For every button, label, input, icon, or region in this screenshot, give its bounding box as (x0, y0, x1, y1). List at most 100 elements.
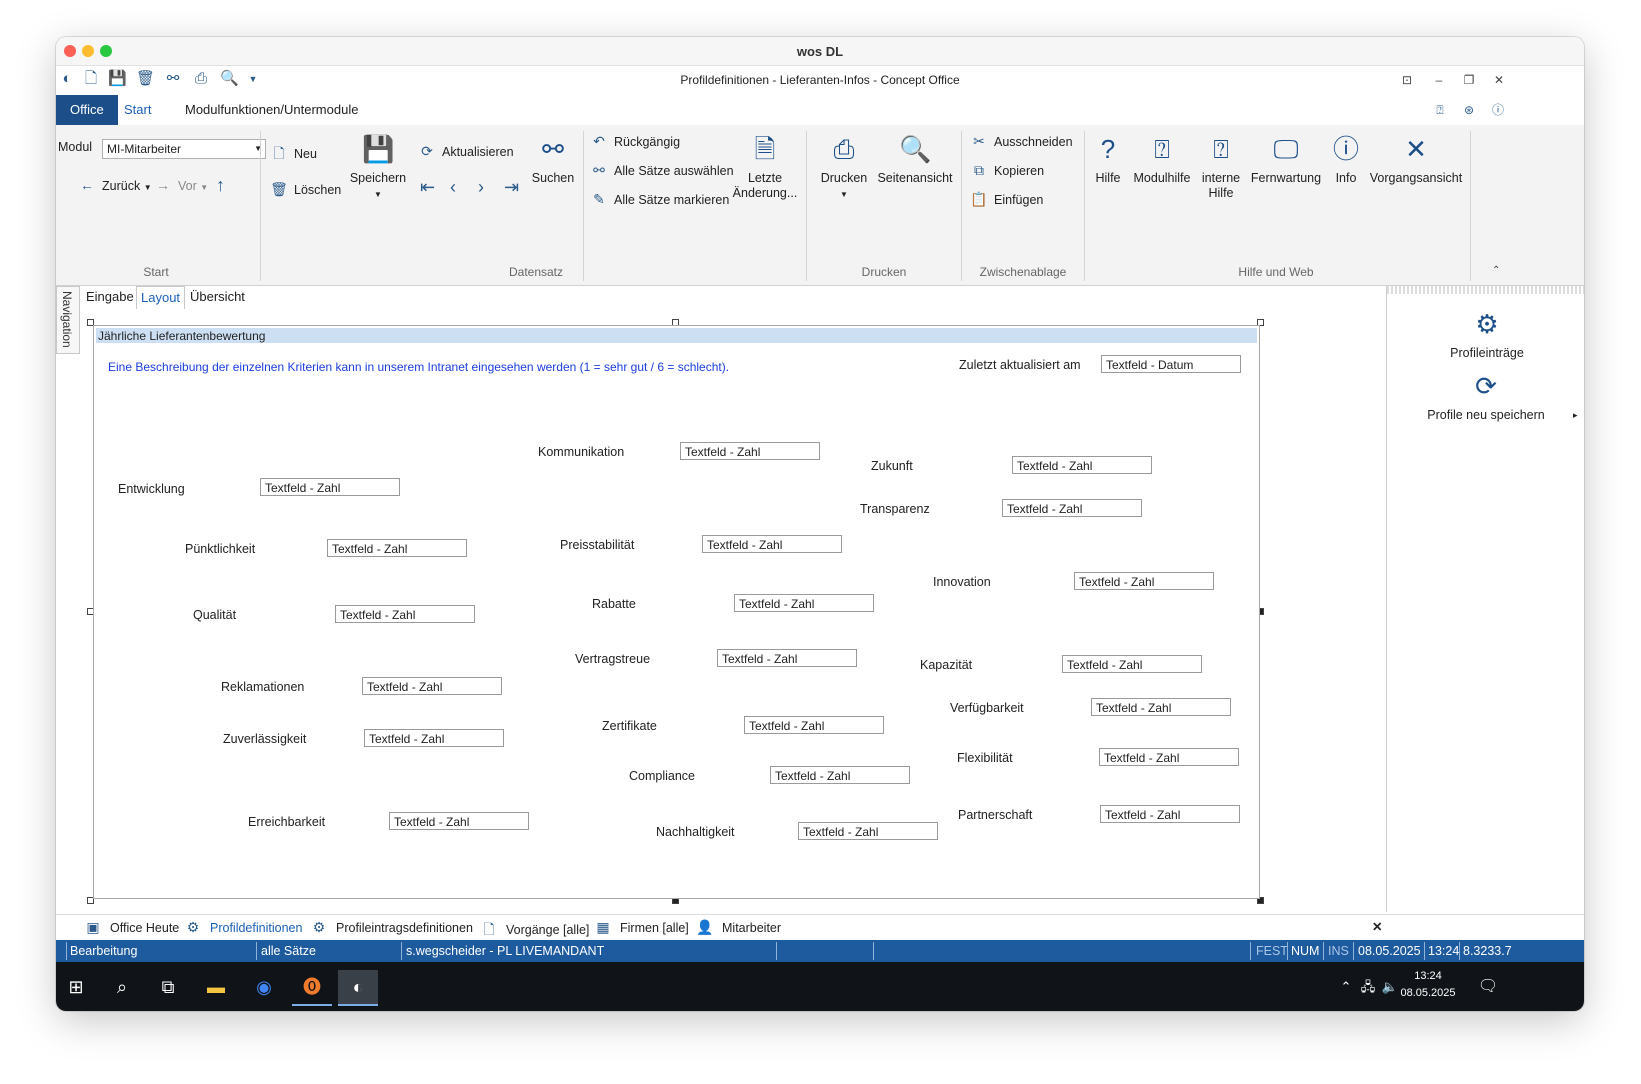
search-button[interactable]: ⚯ Suchen (528, 133, 578, 186)
group-label-zwischenablage: Zwischenablage (979, 265, 1067, 279)
previous-record-icon[interactable]: ‹ (450, 177, 456, 198)
criterion-field[interactable]: Textfeld - Zahl (362, 677, 502, 695)
copy-button[interactable]: ⧉ Kopieren (970, 162, 1044, 179)
criterion-field[interactable]: Textfeld - Zahl (1012, 456, 1152, 474)
criterion-field[interactable]: Textfeld - Zahl (717, 649, 857, 667)
forward-button[interactable]: → Vor ▼ (154, 177, 208, 193)
criterion-field[interactable]: Textfeld - Zahl (364, 729, 504, 747)
help-button[interactable]: ? Hilfe (1088, 133, 1128, 186)
criterion-field[interactable]: Textfeld - Zahl (327, 539, 467, 557)
module-tab-office-heute[interactable]: ▣ Office Heute (84, 919, 179, 936)
status-separator (256, 942, 257, 960)
refresh-button[interactable]: ⟳ Aktualisieren (418, 143, 513, 160)
modul-select[interactable]: MI-Mitarbeiter ▼ (102, 139, 266, 159)
status-separator (1250, 942, 1251, 960)
module-help-button[interactable]: ⍰ Modulhilfe (1130, 133, 1194, 186)
criterion-field[interactable]: Textfeld - Zahl (798, 822, 938, 840)
mark-all-button[interactable]: ✎ Alle Sätze markieren (590, 191, 729, 208)
refresh-icon: ⟳ (1475, 371, 1497, 401)
chrome-icon[interactable]: ◉ (244, 970, 284, 1004)
help-box-icon[interactable]: ⍰ (1431, 101, 1449, 119)
arrow-up-icon[interactable]: ↑ (216, 175, 225, 196)
first-record-icon[interactable]: ⇤ (420, 177, 435, 198)
tab-start[interactable]: Start (110, 95, 165, 125)
criterion-field[interactable]: Textfeld - Zahl (335, 605, 475, 623)
updated-date-field[interactable]: Textfeld - Datum (1101, 355, 1241, 373)
criterion-label: Entwicklung (118, 482, 185, 496)
internal-help-button[interactable]: ⍰ interne Hilfe (1196, 133, 1246, 201)
collapse-ribbon-icon[interactable]: ⌃ (1492, 265, 1500, 276)
search-icon[interactable]: ⌕ (102, 970, 142, 1004)
back-button[interactable]: ← Zurück ▼ (78, 177, 152, 193)
criterion-field[interactable]: Textfeld - Zahl (744, 716, 884, 734)
modul-select-value: MI-Mitarbeiter (107, 142, 182, 156)
cut-label: Ausschneiden (994, 135, 1073, 149)
criterion-field[interactable]: Textfeld - Zahl (680, 442, 820, 460)
module-tab-label: Firmen [alle] (620, 921, 689, 935)
last-change-button[interactable]: 🗎 Letzte Änderung... (732, 133, 798, 201)
close-icon[interactable]: ✕ (1490, 71, 1508, 89)
save-button[interactable]: 💾 Speichern ▼ (348, 133, 408, 202)
remote-maintenance-button[interactable]: 🖵 Fernwartung (1248, 133, 1324, 186)
criterion-field[interactable]: Textfeld - Zahl (1100, 805, 1240, 823)
undo-button[interactable]: ↶ Rückgängig (590, 133, 680, 150)
process-view-button[interactable]: ✕ Vorgangsansicht (1368, 133, 1464, 186)
tab-uebersicht[interactable]: Übersicht (186, 286, 249, 308)
ribbon-display-icon[interactable]: ⊡ (1398, 71, 1416, 89)
paste-button[interactable]: 📋 Einfügen (970, 191, 1043, 208)
criterion-field[interactable]: Textfeld - Zahl (1091, 698, 1231, 716)
criterion-field[interactable]: Textfeld - Zahl (1062, 655, 1202, 673)
internal-help-label-1: interne (1201, 171, 1241, 185)
criterion-field[interactable]: Textfeld - Zahl (770, 766, 910, 784)
criterion-field[interactable]: Textfeld - Zahl (1099, 748, 1239, 766)
globe-icon[interactable]: ⊛ (1460, 101, 1478, 119)
profile-entries-label: Profileinträge (1450, 346, 1524, 360)
info-label: Info (1335, 171, 1357, 185)
file-explorer-icon[interactable]: ▬ (196, 970, 236, 1004)
tab-modulfunktionen[interactable]: Modulfunktionen/Untermodule (171, 95, 372, 125)
status-fest: FEST (1256, 944, 1288, 958)
tab-eingabe[interactable]: Eingabe (82, 286, 138, 308)
module-tab-firmen[interactable]: ▦ Firmen [alle] (594, 919, 689, 936)
info-circle-icon[interactable]: ⓘ (1489, 101, 1507, 119)
ribbon-separator (583, 131, 584, 281)
next-record-icon[interactable]: › (478, 177, 484, 198)
restore-icon[interactable]: ❐ (1460, 71, 1478, 89)
form-panel: Jährliche Lieferantenbewertung Eine Besc… (93, 325, 1260, 899)
panel-grip[interactable] (1387, 286, 1584, 294)
select-all-button[interactable]: ⚯ Alle Sätze auswählen (590, 162, 733, 179)
profile-entries-button[interactable]: ⚙ Profileinträge (1407, 308, 1567, 361)
minimize-icon[interactable]: – (1430, 71, 1448, 89)
new-button[interactable]: 🗋 Neu (270, 143, 317, 167)
criterion-field[interactable]: Textfeld - Zahl (260, 478, 400, 496)
criterion-field[interactable]: Textfeld - Zahl (734, 594, 874, 612)
expand-arrow-icon[interactable]: ▸ (1573, 410, 1578, 421)
taskbar-clock[interactable]: 13:24 08.05.2025 (1396, 968, 1460, 1002)
last-record-icon[interactable]: ⇥ (504, 177, 519, 198)
info-button[interactable]: ⓘ Info (1326, 133, 1366, 186)
notification-icon[interactable]: 🗨 (1468, 970, 1508, 1004)
cut-button[interactable]: ✂ Ausschneiden (970, 133, 1073, 150)
app-orange-icon[interactable]: ⓿ (292, 970, 332, 1006)
tab-layout[interactable]: Layout (136, 286, 186, 309)
module-tab-profildefinitionen[interactable]: ⚙ Profildefinitionen (184, 919, 303, 936)
criterion-field[interactable]: Textfeld - Zahl (1002, 499, 1142, 517)
windows-start-icon[interactable]: ⊞ (56, 970, 96, 1004)
save-profiles-button[interactable]: ⟳ Profile neu speichern (1397, 370, 1575, 423)
tab-office[interactable]: Office (56, 95, 118, 125)
forward-label: Vor (178, 179, 197, 193)
page-view-button[interactable]: 🔍 Seitenansicht (876, 133, 954, 186)
print-button[interactable]: ⎙ Drucken ▼ (816, 133, 872, 202)
criterion-field[interactable]: Textfeld - Zahl (702, 535, 842, 553)
delete-button[interactable]: 🗑 Löschen (270, 181, 341, 198)
criterion-field[interactable]: Textfeld - Zahl (1074, 572, 1214, 590)
concept-office-taskbar-icon[interactable]: ◐ (338, 970, 378, 1006)
module-tab-mitarbeiter[interactable]: 👤 Mitarbeiter (696, 919, 781, 936)
close-module-tab-icon[interactable]: ✕ (1372, 919, 1382, 934)
criterion-label: Transparenz (860, 502, 930, 516)
navigation-toggle[interactable]: Navigation (56, 286, 80, 354)
layout-canvas[interactable]: Jährliche Lieferantenbewertung Eine Besc… (87, 319, 1264, 904)
task-view-icon[interactable]: ⧉ (148, 970, 188, 1004)
module-tab-profileintragsdefinitionen[interactable]: ⚙ Profileintragsdefinitionen (310, 919, 473, 936)
criterion-field[interactable]: Textfeld - Zahl (389, 812, 529, 830)
